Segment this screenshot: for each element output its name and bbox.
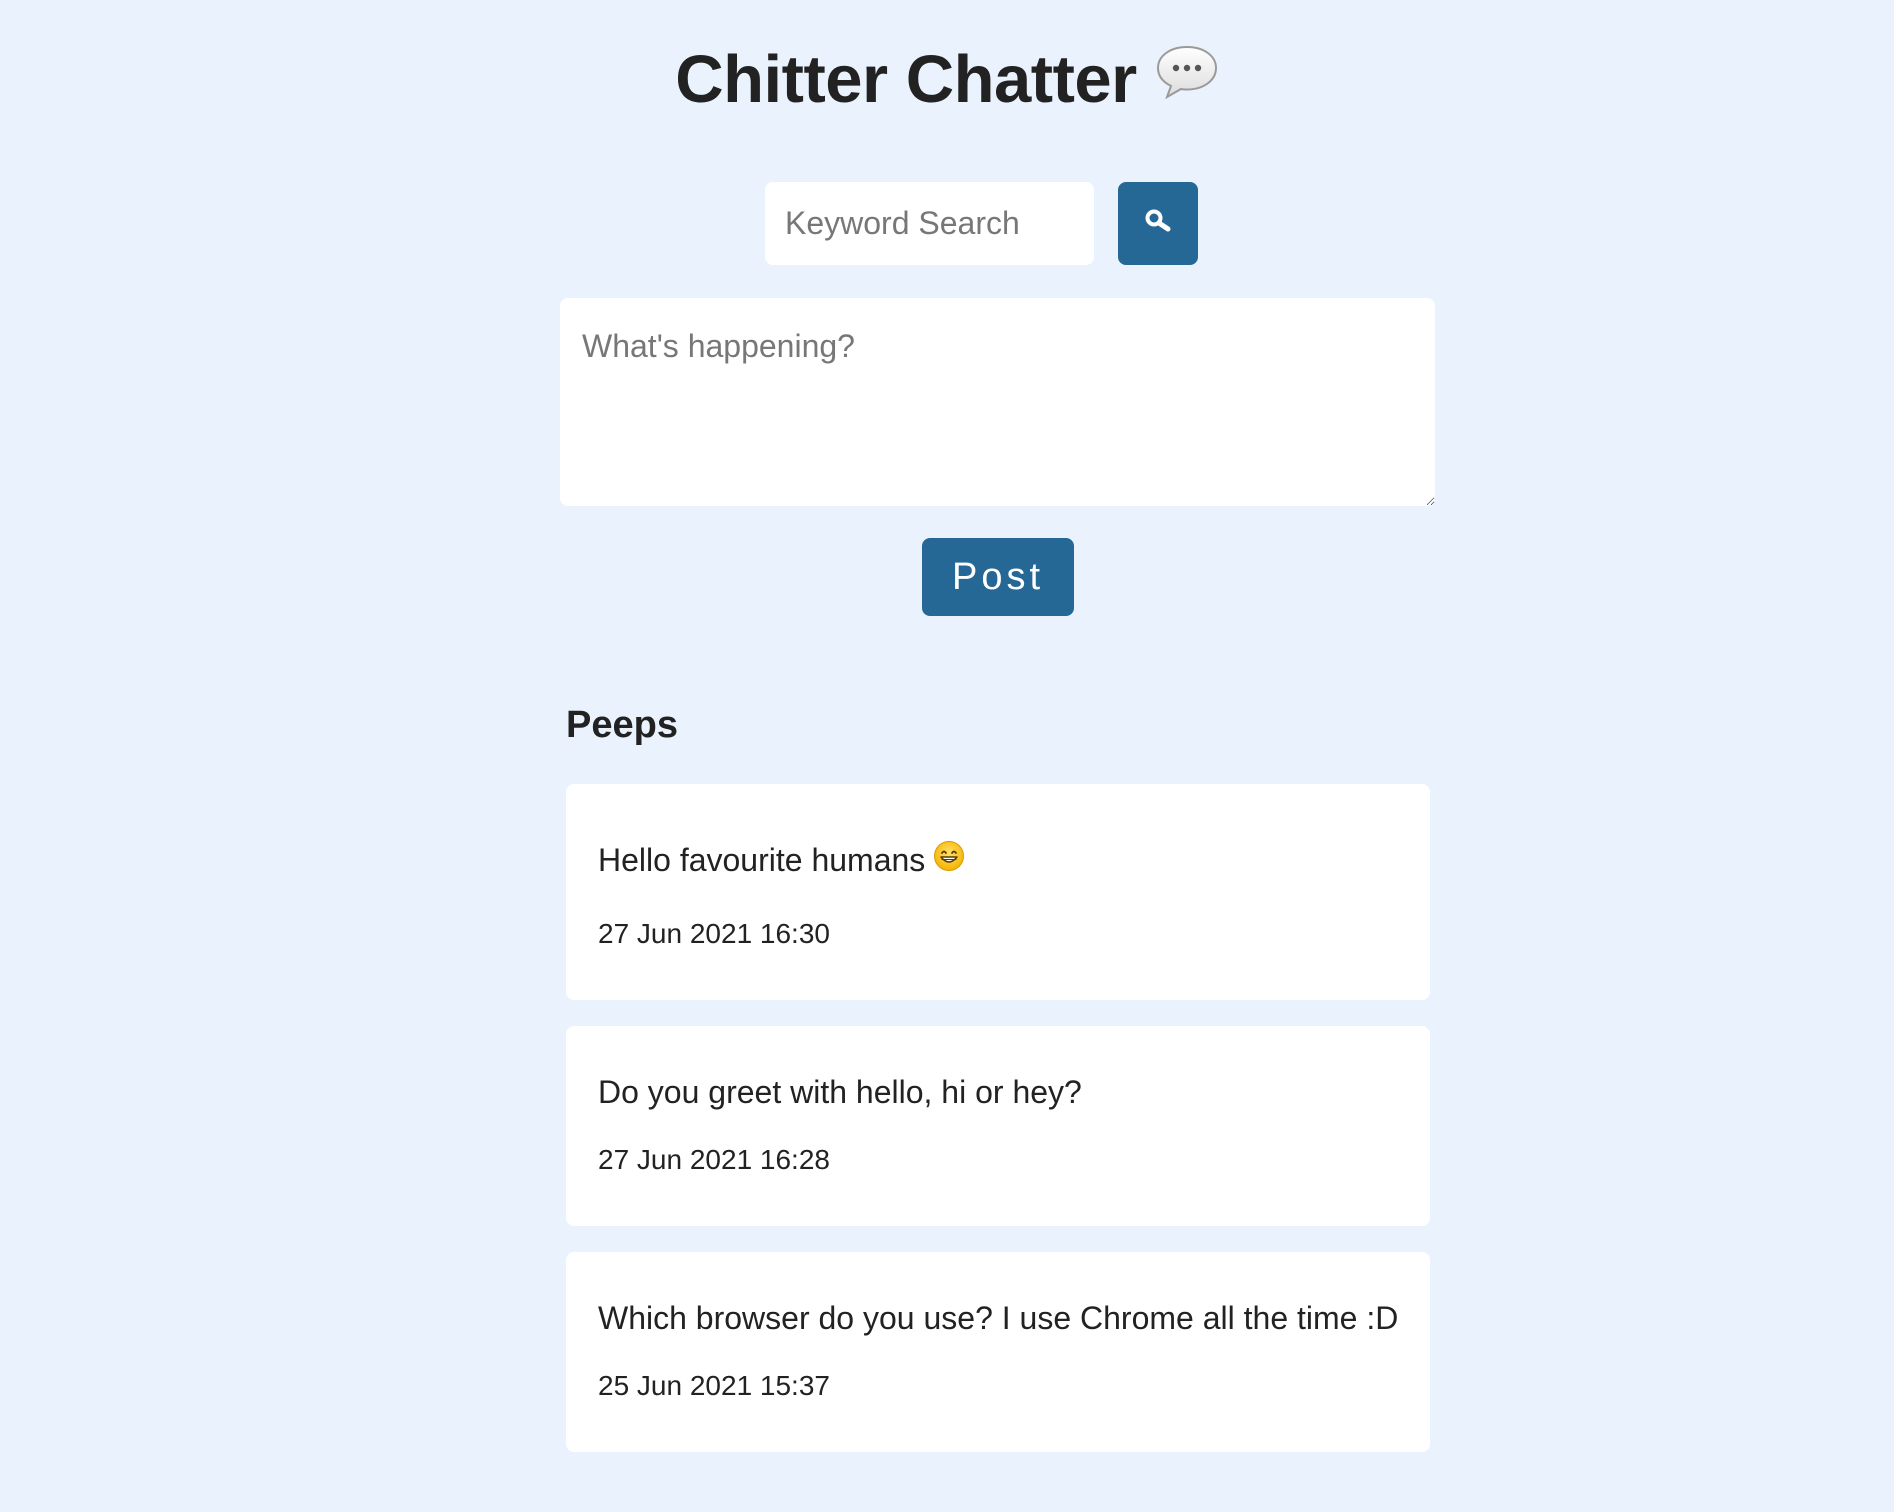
speech-bubble-icon	[1155, 36, 1219, 120]
peep-text: Which browser do you use? I use Chrome a…	[598, 1300, 1399, 1336]
grinning-face-icon	[933, 840, 965, 881]
peep-timestamp: 25 Jun 2021 15:37	[598, 1370, 830, 1401]
search-input[interactable]	[765, 182, 1094, 265]
peep-timestamp: 27 Jun 2021 16:30	[598, 918, 830, 949]
peeps-heading: Peeps	[566, 704, 678, 746]
search-button[interactable]	[1118, 182, 1198, 265]
peep-text-content: Hello favourite humans	[598, 842, 926, 878]
peep-text: Do you greet with hello, hi or hey?	[598, 1074, 1082, 1110]
page-title: Chitter Chatter	[0, 38, 1894, 126]
peep-timestamp: 27 Jun 2021 16:28	[598, 1144, 830, 1175]
post-button[interactable]: Post	[922, 538, 1074, 616]
peep-card: Which browser do you use? I use Chrome a…	[566, 1252, 1430, 1452]
page-title-text: Chitter Chatter	[675, 42, 1137, 117]
page: Chitter Chatter Post Peeps	[0, 0, 1894, 1512]
peep-card: Hello favourite humans 27 Jun 2021 16:30	[566, 784, 1430, 1000]
peep-text: Hello favourite humans	[598, 840, 965, 883]
peep-card: Do you greet with hello, hi or hey? 27 J…	[566, 1026, 1430, 1226]
compose-textarea[interactable]	[560, 298, 1435, 506]
search-icon	[1143, 207, 1173, 240]
